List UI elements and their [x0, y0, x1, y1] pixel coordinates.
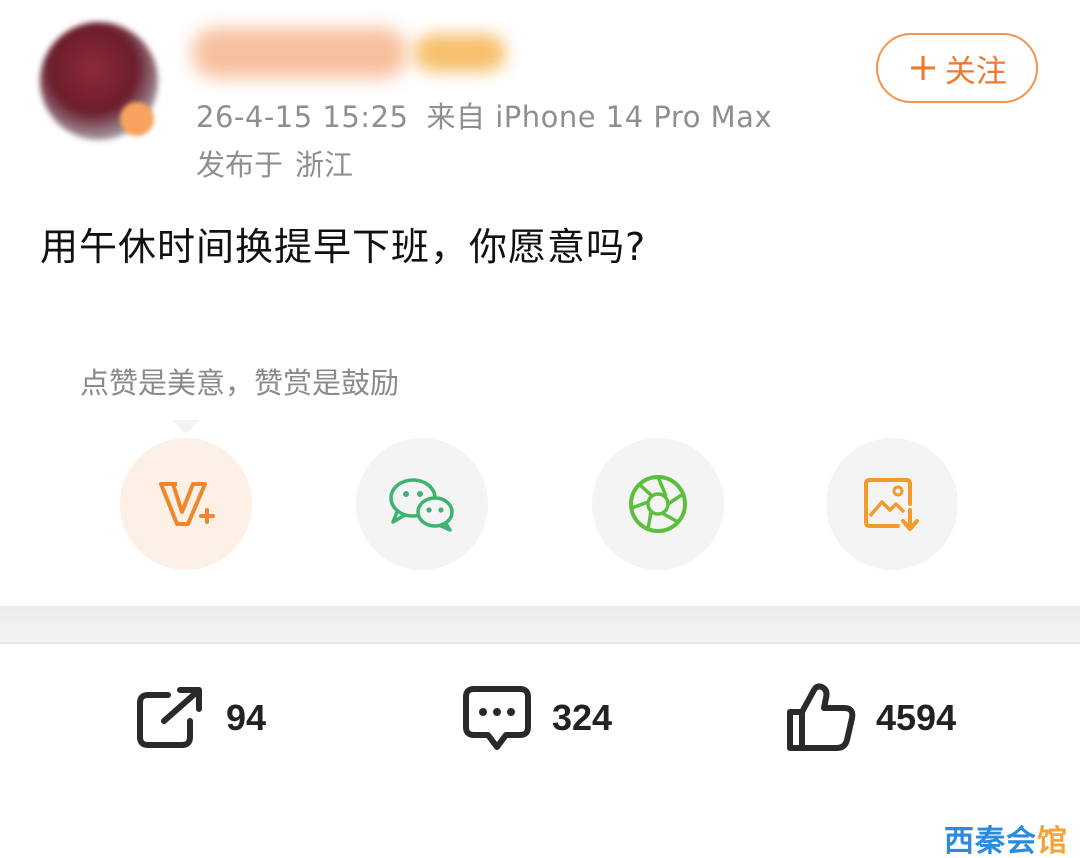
- repost-icon: [137, 687, 202, 748]
- watermark-main: 西秦会: [944, 824, 1037, 858]
- reward-v-plus-icon: [159, 482, 215, 526]
- reward-button[interactable]: [120, 438, 252, 570]
- tip-pointer: [172, 420, 200, 434]
- location-value: 浙江: [295, 148, 354, 182]
- divider-line: [0, 642, 1080, 644]
- like-count: 4594: [876, 697, 957, 738]
- comment-icon: [463, 686, 531, 750]
- watermark-logo: 西秦会馆: [944, 816, 1068, 858]
- location-prefix: 发布于: [196, 148, 284, 182]
- moments-aperture-icon: [629, 475, 687, 533]
- thumbs-up-icon: [787, 683, 856, 751]
- save-image-button[interactable]: [826, 438, 958, 570]
- like-button[interactable]: 4594: [784, 680, 956, 756]
- post-location: 发布于 浙江: [196, 142, 353, 184]
- repost-button[interactable]: 94: [134, 680, 266, 756]
- share-moments-button[interactable]: [592, 438, 724, 570]
- repost-count: 94: [226, 697, 267, 738]
- post-timestamp: 26-4-15 15:25: [196, 100, 409, 134]
- username-redacted[interactable]: [192, 28, 407, 78]
- watermark-accent: 馆: [1037, 824, 1068, 858]
- vip-badge-redacted: [414, 34, 506, 72]
- share-wechat-button[interactable]: [356, 438, 488, 570]
- comment-button[interactable]: 324: [460, 680, 612, 756]
- wechat-icon: [389, 478, 454, 532]
- post-meta: 26-4-15 15:25 来自 iPhone 14 Pro Max: [196, 94, 772, 136]
- section-divider: [0, 606, 1080, 642]
- weibo-post-screen: 26-4-15 15:25 来自 iPhone 14 Pro Max 发布于 浙江 …: [0, 0, 1080, 858]
- post-source: 来自 iPhone 14 Pro Max: [426, 100, 773, 134]
- follow-label: 关注: [944, 53, 1007, 90]
- save-image-icon: [864, 478, 919, 531]
- post-text: 用午休时间换提早下班，你愿意吗?: [40, 225, 647, 269]
- plus-icon: +: [907, 44, 939, 89]
- avatar-verified-badge: [120, 102, 154, 136]
- follow-button[interactable]: + 关注: [876, 33, 1038, 103]
- comment-count: 324: [552, 697, 613, 738]
- reward-tip: 点赞是美意，赞赏是鼓励: [80, 366, 400, 400]
